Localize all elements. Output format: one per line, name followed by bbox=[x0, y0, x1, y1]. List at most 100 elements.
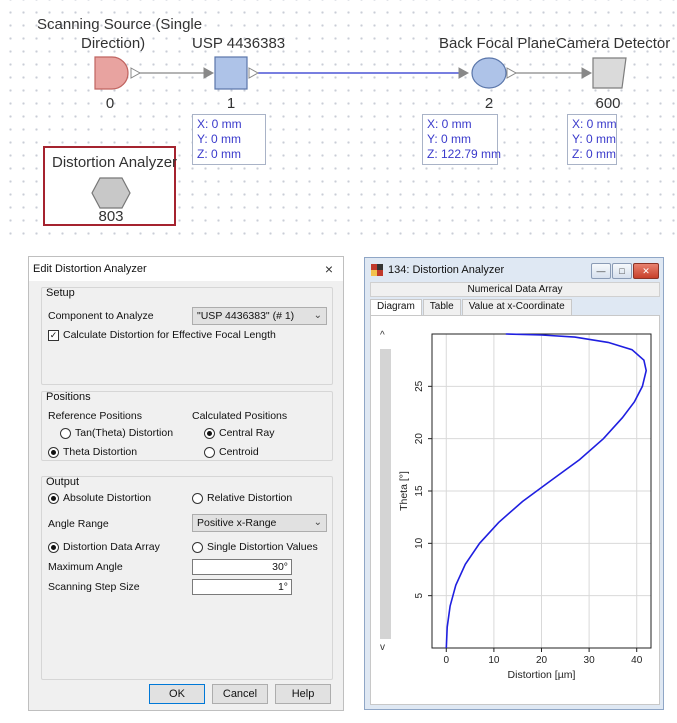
x-axis-label: Distortion [µm] bbox=[508, 669, 576, 681]
max-angle-input[interactable]: 30° bbox=[192, 559, 292, 575]
radio-tan-theta[interactable]: Tan(Theta) Distortion bbox=[60, 427, 173, 439]
distortion-analyzer-selection[interactable]: Distortion Analyzer 803 bbox=[43, 146, 178, 226]
x-tick-label: 30 bbox=[584, 655, 596, 666]
positions-group: Positions Reference Positions Calculated… bbox=[41, 391, 333, 461]
usp-number: 1 bbox=[226, 95, 236, 112]
output-port-bfp bbox=[506, 67, 518, 79]
back-focal-plane-label: Back Focal Plane bbox=[439, 35, 556, 52]
detector-pos-z: Z: 0 mm bbox=[572, 147, 616, 161]
input-arrow-usp bbox=[203, 67, 215, 79]
y-tick-label: 10 bbox=[414, 537, 425, 549]
chart-window-title: 134: Distortion Analyzer bbox=[388, 264, 505, 276]
max-angle-label: Maximum Angle bbox=[48, 561, 123, 573]
usp-position-box: X: 0 mm Y: 0 mm Z: 0 mm bbox=[192, 114, 266, 165]
angle-range-select[interactable]: Positive x-Range ⌄ bbox=[192, 514, 327, 532]
calc-efl-label: Calculate Distortion for Effective Focal… bbox=[63, 329, 276, 341]
help-button[interactable]: Help bbox=[275, 684, 331, 704]
radio-centroid[interactable]: Centroid bbox=[204, 446, 259, 458]
angle-range-value: Positive x-Range bbox=[197, 517, 277, 529]
back-focal-plane-node[interactable] bbox=[471, 57, 507, 89]
reference-positions-label: Reference Positions bbox=[48, 410, 142, 422]
component-select[interactable]: "USP 4436383" (# 1) ⌄ bbox=[192, 307, 327, 325]
scanning-source-number: 0 bbox=[105, 95, 115, 112]
usp-label: USP 4436383 bbox=[192, 35, 286, 52]
scanning-source-label: Scanning Source (Single bbox=[37, 16, 203, 33]
radio-central-ray[interactable]: Central Ray bbox=[204, 427, 274, 439]
tab-value-at-x[interactable]: Value at x-Coordinate bbox=[461, 299, 572, 315]
back-focal-plane-number: 2 bbox=[484, 95, 494, 112]
radio-selected-icon bbox=[48, 541, 59, 553]
chart-tabs: Diagram Table Value at x-Coordinate bbox=[370, 299, 573, 315]
step-size-input[interactable]: 1° bbox=[192, 579, 292, 595]
bfp-pos-y: Y: 0 mm bbox=[427, 132, 472, 146]
minimize-icon[interactable]: — bbox=[591, 263, 611, 279]
detector-pos-y: Y: 0 mm bbox=[572, 132, 617, 146]
input-arrow-detector bbox=[581, 67, 593, 79]
setup-group: Setup Component to Analyze "USP 4436383"… bbox=[41, 287, 333, 385]
radio-relative-label: Relative Distortion bbox=[207, 492, 293, 504]
x-tick-label: 10 bbox=[488, 655, 500, 666]
scanning-source-node[interactable] bbox=[94, 56, 129, 90]
step-size-label: Scanning Step Size bbox=[48, 581, 140, 593]
radio-absolute-distortion[interactable]: Absolute Distortion bbox=[48, 492, 151, 504]
radio-relative-distortion[interactable]: Relative Distortion bbox=[192, 492, 292, 504]
chart-subtitle: Numerical Data Array bbox=[370, 282, 660, 297]
checkbox-icon: ✓ bbox=[48, 329, 59, 341]
tab-diagram[interactable]: Diagram bbox=[370, 299, 422, 315]
radio-single-values[interactable]: Single Distortion Values bbox=[192, 541, 318, 553]
radio-single-values-label: Single Distortion Values bbox=[207, 541, 318, 553]
bfp-position-box: X: 0 mm Y: 0 mm Z: 122.79 mm bbox=[422, 114, 502, 165]
radio-icon bbox=[204, 446, 215, 458]
tab-table[interactable]: Table bbox=[422, 299, 461, 315]
output-group: Output Absolute Distortion Relative Dist… bbox=[41, 476, 333, 680]
radio-data-array[interactable]: Distortion Data Array bbox=[48, 541, 160, 553]
distortion-analyzer-window: 134: Distortion Analyzer — □ ✕ Numerical… bbox=[364, 257, 664, 710]
cancel-button[interactable]: Cancel bbox=[212, 684, 268, 704]
angle-range-label: Angle Range bbox=[48, 518, 109, 530]
radio-theta-label: Theta Distortion bbox=[63, 446, 138, 458]
radio-absolute-label: Absolute Distortion bbox=[63, 492, 152, 504]
usp-pos-z: Z: 0 mm bbox=[197, 147, 241, 161]
radio-central-ray-label: Central Ray bbox=[219, 427, 275, 439]
dialog-titlebar: Edit Distortion Analyzer × bbox=[29, 257, 343, 281]
y-tick-label: 5 bbox=[414, 592, 425, 598]
ok-button[interactable]: OK bbox=[149, 684, 205, 704]
radio-tan-theta-label: Tan(Theta) Distortion bbox=[75, 427, 174, 439]
output-group-title: Output bbox=[46, 476, 80, 488]
component-select-value: "USP 4436383" (# 1) bbox=[197, 310, 295, 322]
x-tick-label: 40 bbox=[631, 655, 643, 666]
chevron-down-icon: ⌄ bbox=[313, 310, 322, 321]
detector-pos-x: X: 0 mm bbox=[572, 117, 617, 131]
radio-theta[interactable]: Theta Distortion bbox=[48, 446, 137, 458]
x-tick-label: 20 bbox=[536, 655, 548, 666]
radio-selected-icon bbox=[48, 492, 59, 504]
distortion-analyzer-label: Distortion Analyzer bbox=[52, 154, 178, 171]
bfp-pos-z: Z: 122.79 mm bbox=[427, 147, 502, 161]
y-tick-label: 25 bbox=[414, 380, 425, 392]
detector-position-box: X: 0 mm Y: 0 mm Z: 0 mm bbox=[567, 114, 617, 165]
y-tick-label: 20 bbox=[414, 433, 425, 445]
system-editor-canvas[interactable]: Scanning Source (Single Direction) 0 USP… bbox=[0, 0, 677, 240]
dialog-title: Edit Distortion Analyzer bbox=[33, 263, 147, 275]
component-label: Component to Analyze bbox=[48, 310, 154, 322]
calculated-positions-label: Calculated Positions bbox=[192, 410, 288, 422]
distortion-chart: 0 10 20 30 40 5 10 15 20 25 Distortion [µm] Theta [… bbox=[398, 333, 652, 681]
scanning-source-label-line2: Direction) bbox=[81, 35, 146, 52]
camera-detector-label: Camera Detector bbox=[556, 35, 671, 52]
diagram-panel: ^ v 0 10 20 30 40 5 10 15 20 25 Distortion [µm] The… bbox=[370, 315, 660, 705]
usp-node[interactable] bbox=[214, 56, 248, 90]
chevron-down-icon: ⌄ bbox=[313, 517, 322, 528]
close-icon[interactable]: × bbox=[315, 261, 343, 277]
setup-group-title: Setup bbox=[46, 287, 75, 299]
radio-selected-icon bbox=[204, 427, 215, 439]
distortion-analyzer-number: 803 bbox=[98, 208, 124, 225]
output-port-usp bbox=[248, 67, 260, 79]
camera-detector-node[interactable] bbox=[592, 57, 627, 89]
close-icon[interactable]: ✕ bbox=[633, 263, 659, 279]
radio-icon bbox=[60, 427, 71, 439]
maximize-icon[interactable]: □ bbox=[612, 263, 632, 279]
positions-group-title: Positions bbox=[46, 391, 91, 403]
distortion-analyzer-node[interactable] bbox=[91, 176, 131, 212]
radio-icon bbox=[192, 492, 203, 504]
calc-efl-checkbox[interactable]: ✓ Calculate Distortion for Effective Foc… bbox=[48, 329, 276, 341]
